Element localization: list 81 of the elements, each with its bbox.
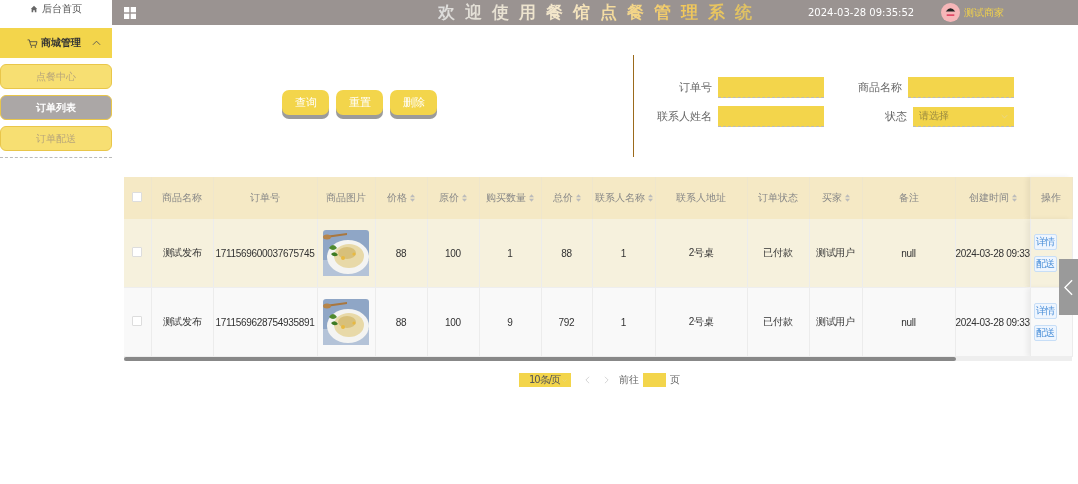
column-header: 操作 <box>1041 192 1061 203</box>
chevron-icon <box>92 40 101 46</box>
table-cell: 9 <box>507 316 513 328</box>
table-cell: 100 <box>445 316 461 328</box>
table-cell: 88 <box>561 247 572 259</box>
sort-icon[interactable] <box>462 194 467 202</box>
next-page-icon[interactable] <box>604 376 609 384</box>
column-header: 联系人地址 <box>676 192 726 203</box>
table-cell: 2024-03-28 09:33 <box>955 316 1030 328</box>
table-cell: 2号桌 <box>688 316 714 327</box>
column-header: 商品图片 <box>326 192 366 203</box>
chevron-left-icon <box>1064 278 1073 296</box>
table-cell: 2号桌 <box>688 247 714 258</box>
checkbox[interactable] <box>132 192 143 202</box>
status-select[interactable]: 请选择 <box>913 106 1014 127</box>
column-header: 订单状态 <box>758 192 798 203</box>
column-header: 联系人名称 <box>594 192 645 203</box>
column-header: 购买数量 <box>486 192 526 203</box>
page-input[interactable] <box>643 373 666 387</box>
sort-icon[interactable] <box>410 194 415 202</box>
cart-icon <box>27 38 38 48</box>
table-cell: 1711569600037675745 <box>215 247 315 259</box>
field-label: 订单号 <box>679 80 712 95</box>
column-header: 订单号 <box>250 192 280 203</box>
table-cell: 1 <box>507 247 513 259</box>
input-field[interactable] <box>718 106 824 127</box>
home-icon <box>30 4 38 13</box>
table-cell: 1711569628754935891 <box>215 316 315 328</box>
table-cell: 测试发布 <box>162 247 202 258</box>
sort-icon[interactable] <box>844 194 850 202</box>
input-field[interactable] <box>908 77 1014 98</box>
checkbox[interactable] <box>132 316 143 326</box>
page-size-select[interactable]: 10条/页 <box>519 373 571 387</box>
sort-icon[interactable] <box>1011 194 1017 202</box>
collapse-tab[interactable] <box>1059 259 1078 315</box>
sort-icon[interactable] <box>647 194 653 202</box>
table-cell: 88 <box>395 316 407 328</box>
input-field[interactable] <box>718 77 824 98</box>
table-cell: 2024-03-28 09:33 <box>955 247 1030 259</box>
table-cell: 100 <box>445 247 461 259</box>
avatar-icon[interactable] <box>941 3 961 22</box>
table-cell: null <box>901 316 916 328</box>
table-cell: 88 <box>395 247 407 259</box>
chevron-icon <box>1001 113 1008 119</box>
chevron-icon <box>562 377 567 383</box>
field-label: 商品名称 <box>858 80 902 95</box>
field-label: 联系人姓名 <box>657 109 712 124</box>
row-action-button[interactable]: 配送 <box>1033 325 1057 341</box>
page-unit: 页 <box>670 373 680 387</box>
table-cell: 测试用户 <box>816 316 855 327</box>
column-header: 创建时间 <box>968 192 1009 203</box>
column-header: 价格 <box>387 192 407 203</box>
checkbox[interactable] <box>132 247 143 257</box>
table-cell: 792 <box>558 316 575 328</box>
sort-icon[interactable] <box>575 194 581 202</box>
table-cell: 已付款 <box>763 247 793 258</box>
column-header: 商品名称 <box>162 192 202 203</box>
scrollbar-thumb[interactable] <box>124 357 956 361</box>
table-cell: 测试发布 <box>162 316 202 327</box>
grid-icon[interactable] <box>124 6 136 19</box>
table-cell: 已付款 <box>763 316 793 327</box>
table-cell: 1 <box>620 247 627 259</box>
row-action-button[interactable]: 配送 <box>1033 256 1057 272</box>
column-header: 总价 <box>552 192 573 203</box>
table-cell: 1 <box>620 316 627 328</box>
column-header: 原价 <box>439 192 459 203</box>
column-header: 备注 <box>898 192 919 203</box>
table-cell: 测试用户 <box>816 247 855 258</box>
home-link[interactable]: 后台首页 <box>0 0 112 17</box>
row-action-button[interactable]: 详情 <box>1033 303 1057 319</box>
row-action-button[interactable]: 详情 <box>1033 234 1057 250</box>
field-label: 状态 <box>885 109 907 124</box>
menu-group[interactable]: 商城管理 <box>0 28 112 58</box>
prev-page-icon[interactable] <box>585 376 590 384</box>
goto-label: 前往 <box>619 373 639 387</box>
table-cell: null <box>901 247 916 259</box>
menu-item[interactable]: 订单列表 <box>0 95 112 120</box>
sort-icon[interactable] <box>529 194 534 202</box>
column-header: 买家 <box>821 192 842 203</box>
user-name[interactable]: 测试商家 <box>964 5 1005 20</box>
datetime: 2024-03-28 09:35:52 <box>808 7 915 18</box>
